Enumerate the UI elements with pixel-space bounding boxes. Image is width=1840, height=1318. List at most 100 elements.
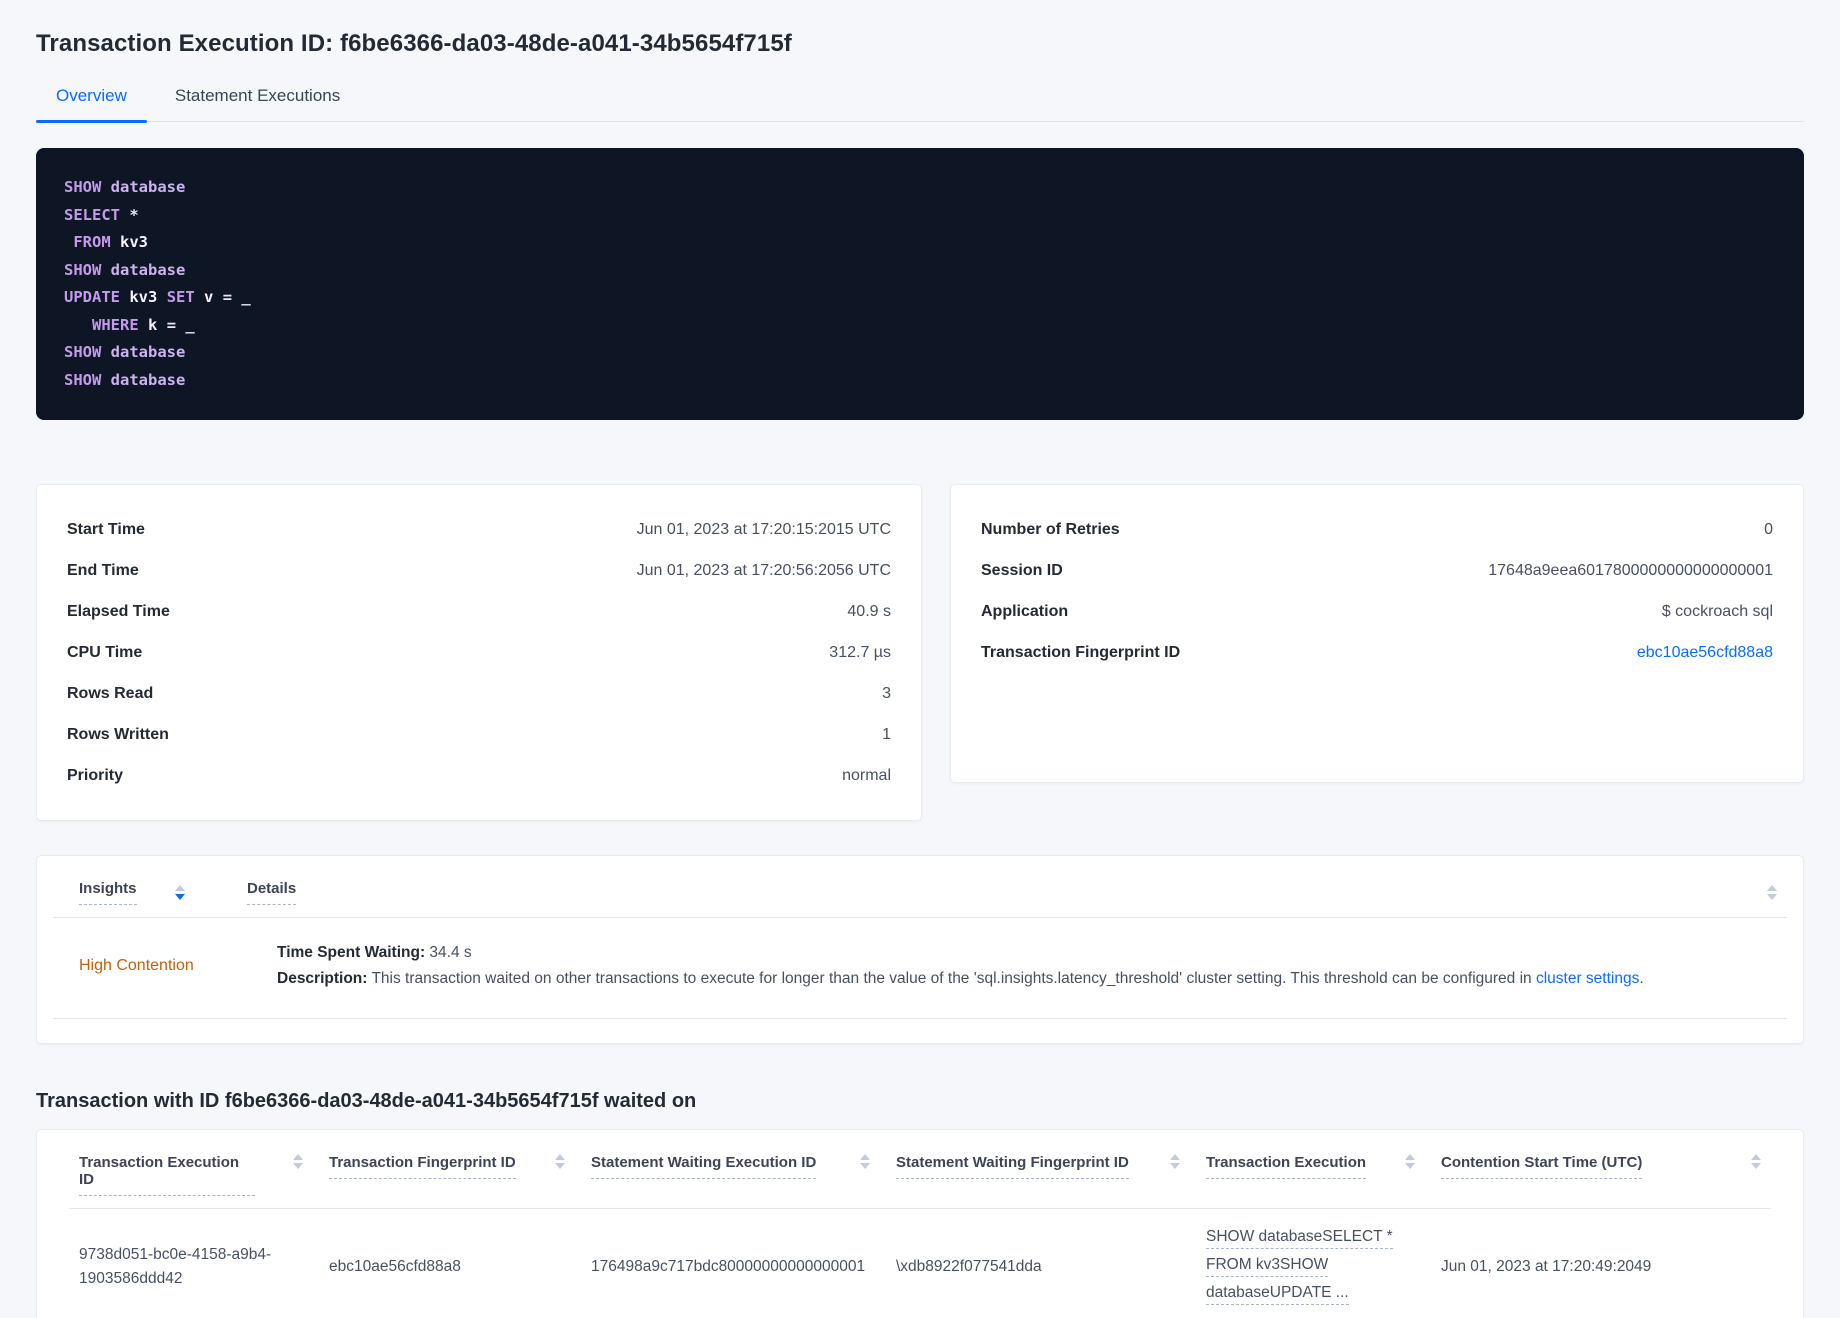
tab-statement-executions[interactable]: Statement Executions (155, 86, 360, 121)
detail-row: Elapsed Time 40.9 s (67, 591, 891, 632)
column-header-label[interactable]: Contention Start Time (UTC) (1441, 1154, 1643, 1179)
sort-arrows-icon[interactable] (1170, 1154, 1180, 1169)
detail-label: Application (981, 602, 1069, 620)
detail-value: 0 (1764, 520, 1773, 538)
detail-value: $ cockroach sql (1661, 602, 1773, 620)
sql-token: kv3 (120, 233, 149, 251)
waited-on-heading: Transaction with ID f6be6366-da03-48de-a… (36, 1090, 697, 1112)
detail-label: Rows Written (67, 725, 169, 743)
sort-down-icon (1405, 1163, 1415, 1169)
detail-label: Start Time (67, 520, 145, 538)
detail-row: CPU Time 312.7 µs (67, 632, 891, 673)
transaction-execution-link[interactable]: FROM kv3SHOW (1206, 1253, 1415, 1278)
transaction-details-page: Transaction Execution ID: f6be6366-da03-… (0, 0, 1840, 1318)
summary-cards: Start Time Jun 01, 2023 at 17:20:15:2015 … (36, 484, 1804, 821)
detail-label: Number of Retries (981, 520, 1120, 538)
column-header-label[interactable]: Transaction Fingerprint ID (329, 1154, 516, 1179)
sort-arrows-icon[interactable] (293, 1154, 303, 1169)
column-header-label[interactable]: Transaction Execution ID (79, 1154, 255, 1196)
sql-token: SET (166, 288, 195, 306)
transaction-execution-link[interactable]: SHOW databaseSELECT * (1206, 1225, 1415, 1249)
description-suffix: . (1639, 970, 1644, 987)
sql-token: kv3 (129, 288, 158, 306)
transaction-timing-card: Start Time Jun 01, 2023 at 17:20:15:2015 … (36, 484, 922, 821)
insight-description: Description: This transaction waited on … (277, 966, 1777, 992)
transaction-execution-link-text: SHOW databaseSELECT * (1206, 1228, 1393, 1249)
waited-on-table-card: Transaction Execution ID Transaction Fing… (36, 1129, 1804, 1318)
sql-token: = _ (213, 288, 251, 306)
detail-value: Jun 01, 2023 at 17:20:15:2015 UTC (636, 520, 891, 538)
sql-token: UPDATE (64, 288, 120, 306)
sort-up-icon (860, 1154, 870, 1160)
detail-row: Session ID 17648a9eea60178000000000000000… (981, 550, 1773, 591)
description-label: Description: (277, 970, 368, 987)
sort-arrows-icon[interactable] (555, 1154, 565, 1169)
sql-statements-box: SHOW database SELECT * FROM kv3 SHOW dat… (36, 148, 1804, 420)
sort-arrows-icon[interactable] (174, 885, 185, 900)
sort-up-icon (1170, 1154, 1180, 1160)
column-header-label[interactable]: Statement Waiting Execution ID (591, 1154, 817, 1179)
sort-down-icon (555, 1163, 565, 1169)
waited-column-header: Transaction Execution ID (79, 1154, 329, 1196)
waiting-value: 34.4 s (425, 943, 472, 961)
detail-row: Application $ cockroach sql (981, 591, 1773, 632)
sql-token: SHOW (64, 343, 102, 361)
column-header-label[interactable]: Statement Waiting Fingerprint ID (896, 1154, 1129, 1179)
detail-row: Transaction Fingerprint ID ebc10ae56cfd88… (981, 632, 1773, 673)
transaction-execution-link-text: FROM kv3SHOW (1206, 1256, 1329, 1278)
sort-arrows-icon[interactable] (1405, 1154, 1415, 1169)
transaction-meta-card: Number of Retries 0 Session ID 17648a9eea60… (950, 484, 1804, 783)
sql-statements-text: SHOW database SELECT * FROM kv3 SHOW dat… (64, 174, 1776, 394)
detail-label: Session ID (981, 561, 1063, 579)
cluster-settings-link[interactable]: cluster settings (1536, 970, 1639, 987)
sort-down-icon (1170, 1163, 1180, 1169)
sort-down-icon (1751, 1163, 1761, 1169)
transaction-fingerprint-link[interactable]: ebc10ae56cfd88a8 (1637, 644, 1773, 662)
sort-arrows-icon[interactable] (1751, 1154, 1761, 1169)
transaction-execution-link[interactable]: databaseUPDATE ... (1206, 1281, 1415, 1306)
cell-contention-start-time: Jun 01, 2023 at 17:20:49:2049 (1441, 1258, 1652, 1276)
waited-column-header: Contention Start Time (UTC) (1441, 1154, 1787, 1179)
insight-details: Time Spent Waiting: 34.4 s Description: … (259, 940, 1777, 992)
sql-token: FROM (73, 233, 111, 251)
cell-statement-waiting-execution-id: 176498a9c717bdc80000000000000001 (591, 1258, 866, 1276)
cell-transaction-execution: SHOW databaseSELECT * FROM kv3SHOW databas… (1206, 1225, 1441, 1309)
detail-label: CPU Time (67, 643, 143, 661)
sort-arrows-icon[interactable] (860, 1154, 870, 1169)
sql-token: k (148, 315, 158, 334)
sql-token: database (110, 370, 186, 389)
waited-column-header: Statement Waiting Execution ID (591, 1154, 896, 1179)
sql-token: database (110, 343, 186, 361)
insights-column-header[interactable]: Insights (79, 880, 137, 905)
waited-on-table-header: Transaction Execution ID Transaction Fing… (53, 1130, 1787, 1208)
sql-token: SHOW (64, 178, 102, 196)
column-header-label[interactable]: Transaction Execution (1206, 1154, 1367, 1179)
sort-up-icon (293, 1154, 303, 1160)
sql-token: SELECT (64, 205, 120, 224)
detail-value: 17648a9eea6017800000000000000001 (1488, 561, 1773, 579)
tab-overview[interactable]: Overview (36, 86, 147, 123)
detail-row: Priority normal (67, 755, 891, 796)
detail-row: Number of Retries 0 (981, 509, 1773, 550)
sort-arrows-icon[interactable] (1767, 885, 1777, 900)
sort-up-icon (1405, 1154, 1415, 1160)
insight-row: High Contention Time Spent Waiting: 34.4… (37, 918, 1803, 1018)
detail-label: Priority (67, 766, 124, 784)
cell-transaction-execution-id: 9738d051-bc0e-4158-a9b4-1903586ddd42 (79, 1246, 272, 1288)
detail-value: 1 (882, 725, 891, 743)
waited-on-table-row: 9738d051-bc0e-4158-a9b4-1903586ddd42 ebc1… (53, 1209, 1787, 1318)
detail-label: Transaction Fingerprint ID (981, 643, 1181, 661)
details-column-header[interactable]: Details (247, 880, 297, 905)
sql-token: WHERE (92, 315, 139, 334)
sort-down-icon (1767, 894, 1777, 900)
detail-value: normal (842, 766, 891, 784)
detail-row: Rows Read 3 (67, 673, 891, 714)
